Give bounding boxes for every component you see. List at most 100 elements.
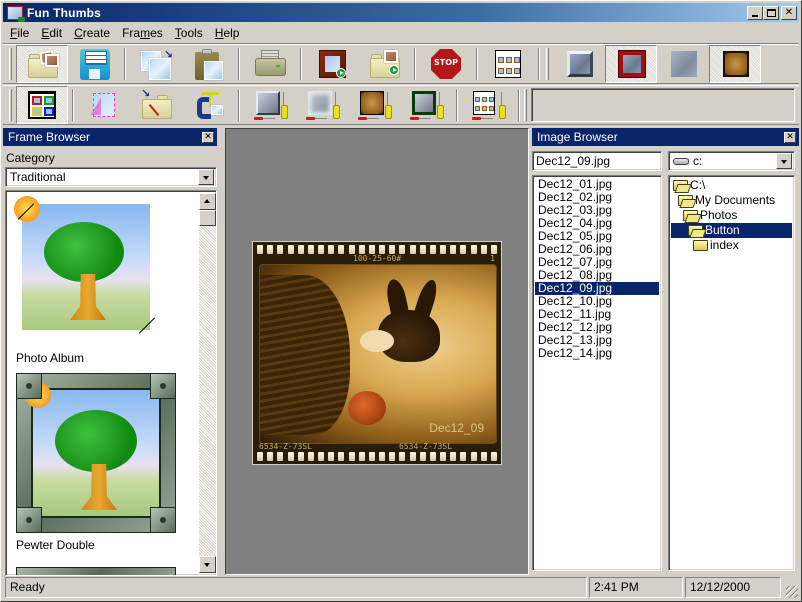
wood-frame-play-icon: [315, 48, 349, 80]
folder-edit-button[interactable]: ↘: [130, 86, 182, 124]
scroll-up-button[interactable]: [199, 193, 216, 210]
menu-create[interactable]: Create: [67, 26, 115, 40]
frame-thumbnail: [14, 196, 150, 330]
toolbar-grip[interactable]: [546, 48, 549, 80]
frame-item-pewter-double[interactable]: Pewter Double: [12, 371, 176, 552]
file-list-item[interactable]: Dec12_14.jpg: [535, 347, 659, 360]
app-icon[interactable]: [7, 5, 25, 22]
green-frame-adjust-icon: [409, 89, 444, 121]
drive-icon: [673, 157, 689, 165]
frame-label: Photo Album: [16, 351, 85, 365]
frame-browser-titlebar: Frame Browser ✕: [3, 128, 217, 146]
scroll-thumb[interactable]: [199, 210, 216, 226]
style-soft-edge-button[interactable]: [657, 45, 709, 83]
folder-tree-item[interactable]: C:\: [671, 178, 792, 193]
toolbar-grip[interactable]: [524, 89, 527, 121]
contact-sheet-button[interactable]: [482, 45, 534, 83]
sprocket-hole: [409, 245, 416, 254]
menu-tools[interactable]: Tools: [168, 26, 208, 40]
category-select[interactable]: Traditional: [5, 167, 217, 187]
scroll-down-button[interactable]: [199, 556, 216, 573]
sprocket-hole: [267, 452, 274, 461]
frame-item-photo-album[interactable]: Photo Album: [12, 196, 156, 365]
toolbar-grip[interactable]: [9, 48, 12, 80]
toolbar-separator: [518, 89, 520, 121]
sprocket-hole: [297, 245, 304, 254]
film-sprockets-bottom: [257, 452, 497, 461]
menu-frames[interactable]: Frames: [115, 26, 168, 40]
sprocket-hole: [368, 245, 375, 254]
folder-tree-item[interactable]: index: [671, 238, 792, 253]
filmstrip-photo[interactable]: 100-25-60# 1 Dec12_09 6534-Z-73SL 6534-Z…: [252, 241, 502, 465]
stretch-image-button[interactable]: [78, 86, 130, 124]
sprocket-hole: [419, 452, 426, 461]
filename-input[interactable]: Dec12_09.jpg: [532, 151, 662, 171]
sprocket-hole: [429, 452, 436, 461]
frame-list-scrollbar[interactable]: [199, 193, 216, 573]
menu-help[interactable]: Help: [208, 26, 245, 40]
folder-tree-item[interactable]: Button: [671, 223, 792, 238]
folder-tree-item[interactable]: My Documents: [671, 193, 792, 208]
title-bar[interactable]: Fun Thumbs ✕: [3, 3, 799, 22]
sprocket-hole: [287, 452, 294, 461]
copy-image-button[interactable]: ↘: [130, 45, 182, 83]
stop-button[interactable]: STOP: [420, 45, 472, 83]
adjust-sepia-button[interactable]: [348, 86, 400, 124]
style-sepia-button[interactable]: [709, 45, 761, 83]
maximize-button[interactable]: [763, 5, 779, 20]
contact-sheet-icon: [491, 48, 525, 80]
image-browser-panel: Image Browser ✕ Dec12_09.jpg c: Dec12_01…: [532, 128, 799, 575]
sprocket-hole: [440, 452, 447, 461]
folder-photos-icon: [25, 48, 59, 80]
sprocket-hole: [379, 245, 386, 254]
image-browser-titlebar: Image Browser ✕: [532, 128, 799, 146]
bevel-adjust-icon: [253, 89, 288, 121]
folder-label: index: [710, 238, 739, 252]
style-red-frame-button[interactable]: [605, 45, 657, 83]
folder-open-icon: [678, 195, 693, 206]
close-icon: ✕: [784, 6, 794, 18]
frame-browser-title: Frame Browser: [8, 130, 91, 144]
folder-label: Photos: [700, 208, 738, 222]
clamp-button[interactable]: [182, 86, 234, 124]
adjust-contact-sheet-button[interactable]: [462, 86, 514, 124]
menu-label-part: ile: [17, 25, 30, 40]
toolbar-separator: [476, 48, 478, 80]
status-time: 2:41 PM: [589, 577, 683, 598]
layout-grid-button[interactable]: [16, 86, 68, 124]
minimize-button[interactable]: [747, 5, 763, 20]
folder-closed-icon: [693, 240, 708, 251]
paste-image-button[interactable]: [182, 45, 234, 83]
file-list: Dec12_01.jpg Dec12_02.jpg Dec12_03.jpg Dec1…: [532, 175, 662, 571]
folder-label: C:\: [690, 178, 706, 192]
chevron-down-icon[interactable]: [776, 153, 792, 169]
adjust-soft-button[interactable]: [296, 86, 348, 124]
sprocket-hole: [277, 452, 284, 461]
sprocket-hole: [399, 452, 406, 461]
open-photos-button[interactable]: [16, 45, 68, 83]
save-button[interactable]: [68, 45, 120, 83]
menu-file[interactable]: File: [3, 26, 34, 40]
drive-select[interactable]: c:: [668, 151, 795, 171]
film-frame-number: 1: [490, 254, 495, 263]
adjust-green-frame-button[interactable]: [400, 86, 452, 124]
chevron-down-icon[interactable]: [198, 169, 214, 185]
frame-slideshow-button[interactable]: [306, 45, 358, 83]
sprocket-hole: [338, 452, 345, 461]
sprocket-hole: [460, 452, 467, 461]
sprocket-hole: [389, 452, 396, 461]
print-button[interactable]: [244, 45, 296, 83]
resize-grip-icon[interactable]: [786, 586, 798, 598]
folder-slideshow-button[interactable]: [358, 45, 410, 83]
film-top-code: 100-25-60#: [353, 254, 402, 263]
image-browser-close-button[interactable]: ✕: [784, 131, 796, 143]
menu-edit[interactable]: Edit: [34, 26, 67, 40]
minimize-icon: [752, 14, 758, 17]
style-bevel-button[interactable]: [553, 45, 605, 83]
folder-tree-item[interactable]: Photos: [671, 208, 792, 223]
adjust-bevel-button[interactable]: [244, 86, 296, 124]
toolbar-grip[interactable]: [9, 89, 12, 121]
sprocket-hole: [358, 452, 365, 461]
frame-browser-close-button[interactable]: ✕: [202, 131, 214, 143]
close-button[interactable]: ✕: [781, 5, 797, 20]
